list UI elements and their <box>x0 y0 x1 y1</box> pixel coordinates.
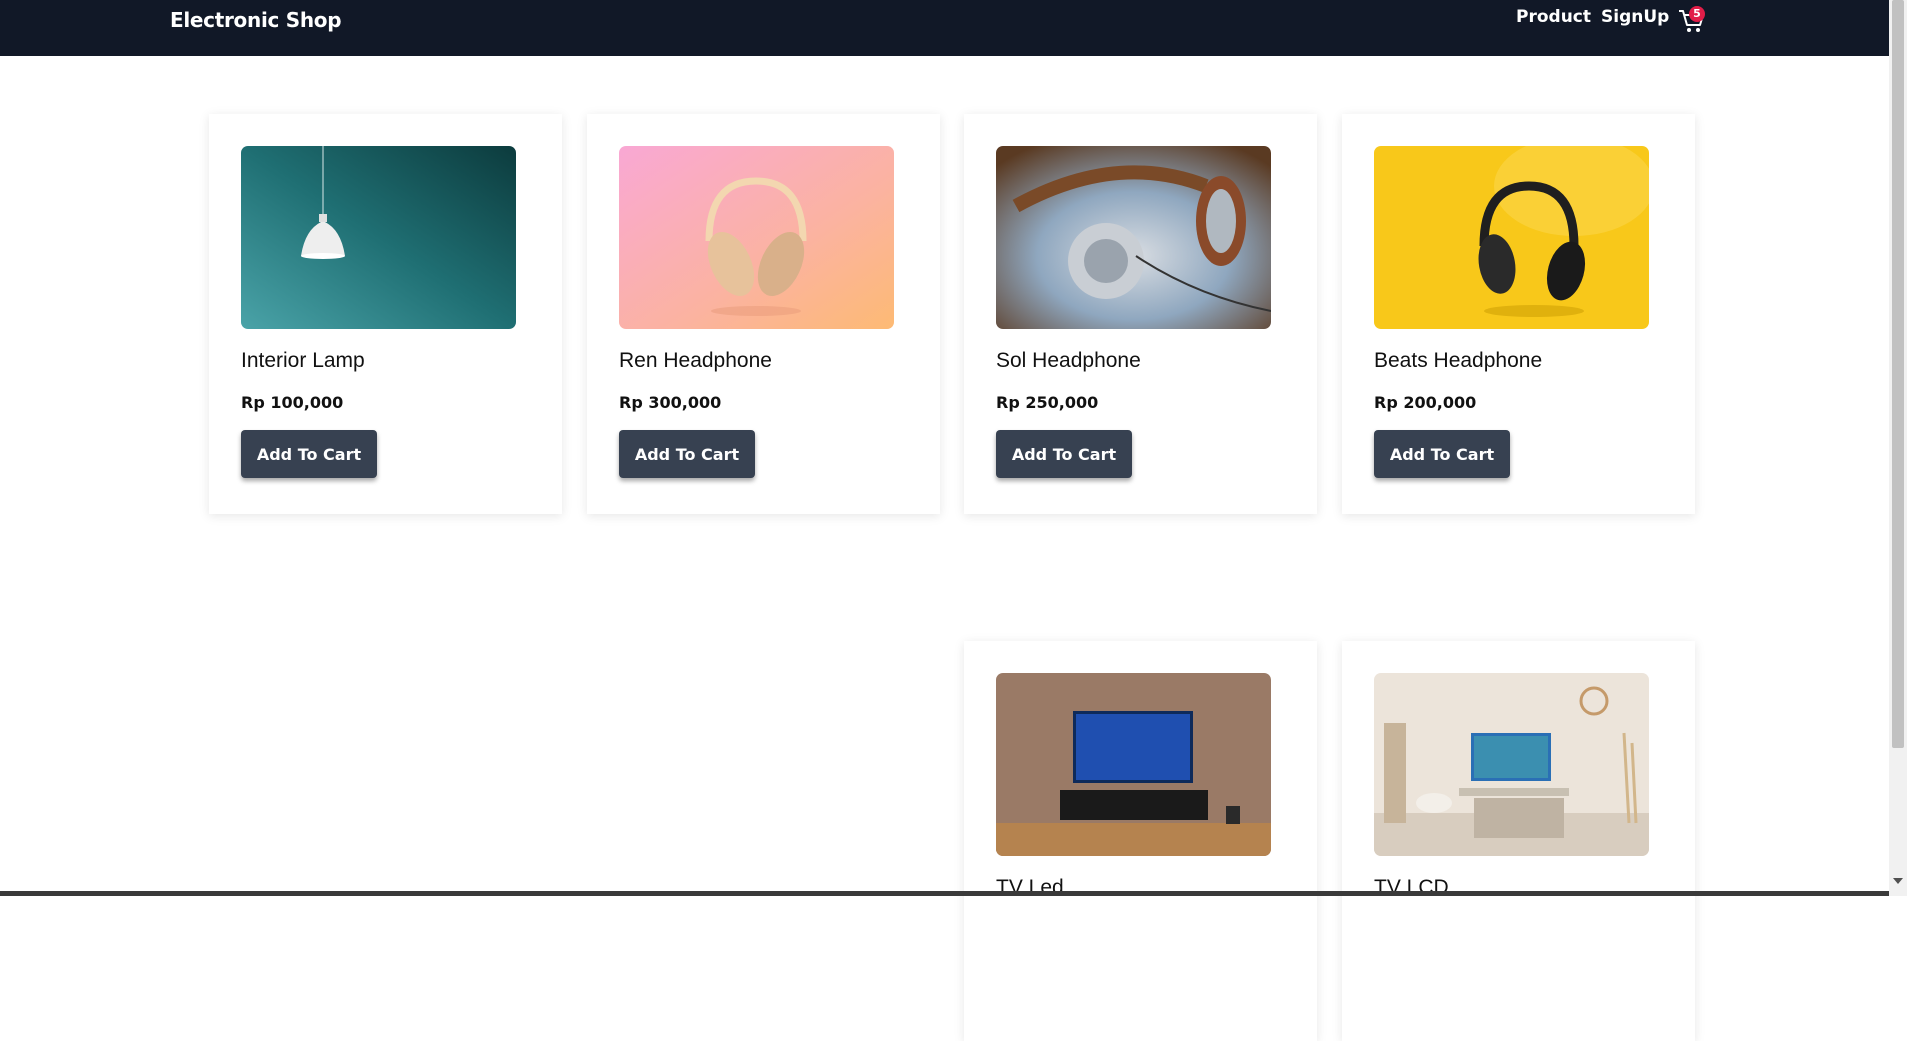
product-card: TV LCD <box>1342 641 1695 1041</box>
add-to-cart-button[interactable]: Add To Cart <box>619 430 755 478</box>
product-card: Beats Headphone Rp 200,000 Add To Cart <box>1342 114 1695 514</box>
product-image-ren-headphone <box>619 146 894 329</box>
product-name: Interior Lamp <box>241 349 365 372</box>
product-price: Rp 250,000 <box>996 393 1099 412</box>
product-price: Rp 200,000 <box>1374 393 1477 412</box>
top-navbar: Electronic Shop Product SignUp 5 <box>0 0 1889 56</box>
product-card: Interior Lamp Rp 100,000 Add To Cart <box>209 114 562 514</box>
product-image-tv-led <box>996 673 1271 856</box>
product-card: Ren Headphone Rp 300,000 Add To Cart <box>587 114 940 514</box>
add-to-cart-button[interactable]: Add To Cart <box>996 430 1132 478</box>
nav-product-link[interactable]: Product <box>1516 7 1591 27</box>
product-price: Rp 300,000 <box>619 393 722 412</box>
product-name: TV Led <box>996 876 1064 899</box>
scroll-down-arrow-icon[interactable] <box>1893 878 1903 884</box>
product-name: Sol Headphone <box>996 349 1141 372</box>
bottom-edge-bar <box>0 891 1889 896</box>
add-to-cart-button[interactable]: Add To Cart <box>241 430 377 478</box>
product-image-tv-lcd <box>1374 673 1649 856</box>
product-card: TV Led <box>964 641 1317 1041</box>
product-name: TV LCD <box>1374 876 1449 899</box>
brand-logo[interactable]: Electronic Shop <box>170 8 342 32</box>
product-price: Rp 100,000 <box>241 393 344 412</box>
product-name: Beats Headphone <box>1374 349 1543 372</box>
product-image-beats-headphone <box>1374 146 1649 329</box>
product-name: Ren Headphone <box>619 349 772 372</box>
product-image-sol-headphone <box>996 146 1271 329</box>
cart-count-badge: 5 <box>1689 6 1705 22</box>
product-card: Sol Headphone Rp 250,000 Add To Cart <box>964 114 1317 514</box>
add-to-cart-button[interactable]: Add To Cart <box>1374 430 1510 478</box>
product-image-interior-lamp <box>241 146 516 329</box>
nav-signup-link[interactable]: SignUp <box>1601 7 1669 27</box>
scrollbar-thumb[interactable] <box>1892 0 1904 748</box>
